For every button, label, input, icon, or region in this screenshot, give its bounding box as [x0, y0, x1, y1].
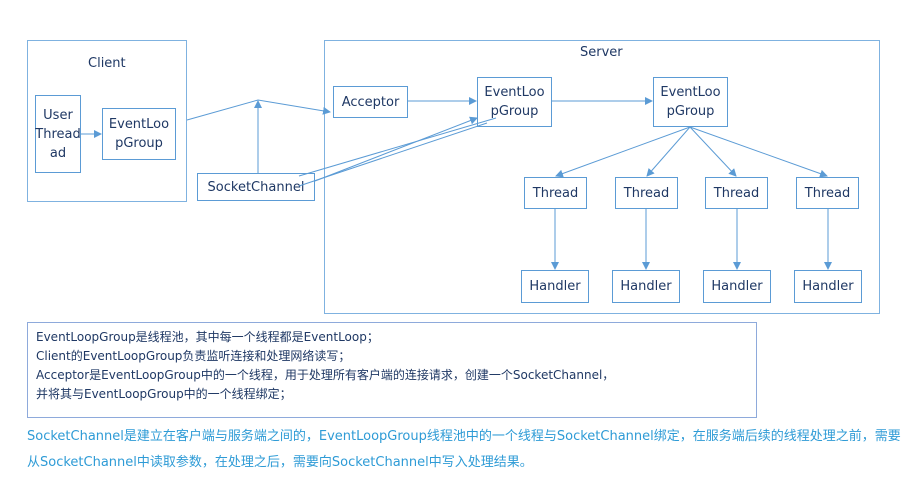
architecture-diagram: Client User Thread ad EventLoo pGroup So…: [0, 0, 918, 486]
note-line: Client的EventLoopGroup负责监听连接和处理网络读写；: [36, 349, 351, 363]
arrow-line: [555, 126, 691, 178]
note-line: 并将其与EventLoopGroup中的一个线程绑定；: [36, 387, 292, 401]
arrow-line: [689, 126, 737, 177]
note-line: Acceptor是EventLoopGroup中的一个线程，用于处理所有客户端的…: [36, 368, 615, 382]
arrow-line: [298, 117, 497, 177]
notes-box: EventLoopGroup是线程池，其中每一个线程都是EventLoop； C…: [27, 322, 757, 418]
arrow-line: [298, 122, 488, 187]
arrow-line: [689, 126, 828, 178]
caption-text: SocketChannel是建立在客户端与服务端之间的，EventLoopGro…: [27, 429, 901, 470]
arrow-line: [314, 116, 478, 182]
note-line: EventLoopGroup是线程池，其中每一个线程都是EventLoop；: [36, 330, 379, 344]
